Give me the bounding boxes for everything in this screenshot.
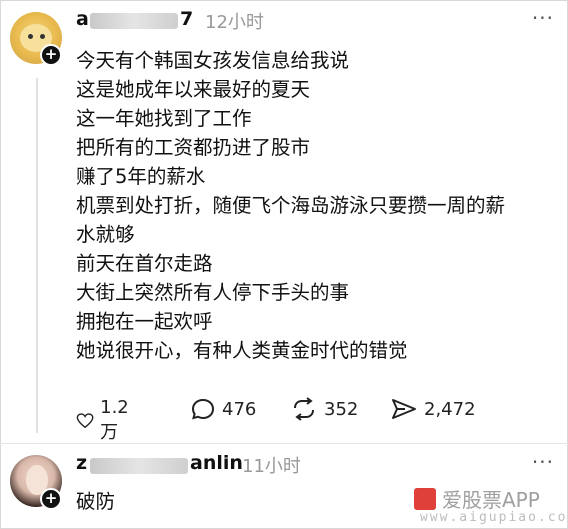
watermark-url: www.aigupiao.com bbox=[420, 510, 568, 525]
repost-count: 352 bbox=[324, 398, 359, 420]
reply-username-start[interactable]: z bbox=[76, 452, 87, 474]
post-line: 今天有个韩国女孩发信息给我说 bbox=[76, 49, 350, 72]
username-redaction bbox=[90, 13, 178, 29]
author-username-start[interactable]: a bbox=[76, 8, 89, 30]
reply-body: 破防 bbox=[76, 490, 116, 513]
avatar-eye bbox=[28, 34, 33, 39]
post-line: 这是她成年以来最好的夏天 bbox=[76, 78, 311, 101]
repost-button[interactable]: 352 bbox=[290, 397, 358, 421]
post-line: 拥抱在一起欢呼 bbox=[76, 310, 213, 333]
heart-icon bbox=[76, 412, 94, 428]
post: + a 7 12小时 ··· 今天有个韩国女孩发信息给我说 这是她成年以来最好的… bbox=[0, 0, 568, 443]
comment-count: 476 bbox=[222, 398, 257, 420]
author-username-end[interactable]: 7 bbox=[180, 8, 193, 30]
post-line: 前天在首尔走路 bbox=[76, 252, 213, 275]
reply-more-menu-icon[interactable]: ··· bbox=[532, 450, 554, 474]
post-body: 今天有个韩国女孩发信息给我说 这是她成年以来最好的夏天 这一年她找到了工作 把所… bbox=[76, 46, 556, 365]
post-more-menu-icon[interactable]: ··· bbox=[532, 6, 554, 30]
speech-bubble-icon bbox=[191, 398, 215, 420]
reply-username-end[interactable]: anlin bbox=[190, 452, 243, 474]
post-line: 赚了5年的薪水 bbox=[76, 165, 206, 188]
post-time: 12小时 bbox=[205, 12, 264, 33]
comment-button[interactable]: 476 bbox=[190, 397, 256, 421]
send-icon bbox=[392, 399, 416, 419]
share-count: 2,472 bbox=[424, 398, 476, 420]
post-line: 水就够 bbox=[76, 223, 135, 246]
watermark-label: 爱股票APP bbox=[442, 488, 540, 512]
post-line: 把所有的工资都扔进了股市 bbox=[76, 136, 311, 159]
username-redaction bbox=[90, 458, 188, 474]
reply-time: 11小时 bbox=[242, 456, 301, 477]
follow-plus-icon[interactable]: + bbox=[40, 488, 62, 510]
post-line: 机票到处打折，随便飞个海岛游泳只要攒一周的薪 bbox=[76, 194, 506, 217]
share-button[interactable]: 2,472 bbox=[390, 397, 476, 421]
post-line: 她说很开心，有种人类黄金时代的错觉 bbox=[76, 339, 408, 362]
thread-line bbox=[36, 78, 38, 433]
repost-arrows-icon bbox=[294, 397, 314, 421]
post-line: 大街上突然所有人停下手头的事 bbox=[76, 281, 350, 304]
like-button[interactable]: 1.2 万 bbox=[76, 397, 137, 444]
avatar-eye bbox=[40, 34, 45, 39]
watermark: 爱股票APP bbox=[414, 484, 540, 513]
watermark-logo-icon bbox=[414, 487, 436, 510]
post-line: 这一年她找到了工作 bbox=[76, 107, 252, 130]
divider bbox=[0, 443, 568, 444]
follow-plus-icon[interactable]: + bbox=[40, 44, 62, 66]
like-count: 1.2 万 bbox=[100, 397, 129, 443]
